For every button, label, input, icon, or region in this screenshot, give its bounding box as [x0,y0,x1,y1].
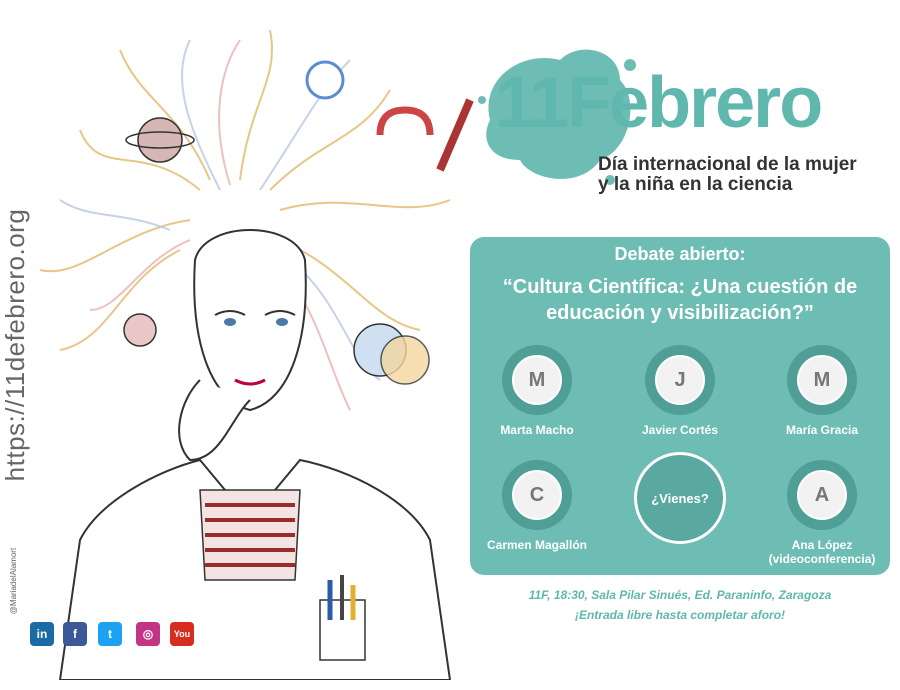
illustrator-credit: @MariadelAlamort [9,547,18,615]
brand-logo: 11Febrero [495,63,823,143]
website-url[interactable]: https://11defebrero.org [0,180,30,510]
event-details: 11F, 18:30, Sala Pilar Sinués, Ed. Paran… [528,588,832,602]
cta-badge[interactable]: ¿Vienes? [634,452,726,544]
avatar: A [797,470,847,520]
speaker-card: J Javier Cortés [610,345,750,437]
speaker-card: C Carmen Magallón [467,460,607,552]
avatar-ring: A [787,460,857,530]
twitter-icon[interactable]: t [98,622,122,646]
speaker-card: M María Gracia [752,345,892,437]
speaker-note: (videoconferencia) [768,552,876,566]
avatar-ring: C [502,460,572,530]
speaker-card: A Ana López (videoconferencia) [752,460,892,566]
brand-subtitle-line1: Día internacional de la mujer [598,154,857,175]
event-kicker: Debate abierto: [614,244,746,264]
avatar: J [655,355,705,405]
event-title: “Cultura Científica: ¿Una cuestión de ed… [480,274,880,326]
scientist-illustration [39,29,474,680]
avatar-ring: J [645,345,715,415]
speaker-name: Marta Macho [500,423,574,437]
facebook-icon[interactable]: f [63,622,87,646]
brand-subtitle: Día internacional de la mujer y la niña … [598,155,857,195]
avatar-ring: M [787,345,857,415]
speaker-name: María Gracia [785,423,859,437]
linkedin-icon[interactable]: in [30,622,54,646]
youtube-icon[interactable]: You [170,622,194,646]
event-admission: ¡Entrada libre hasta completar aforo! [574,608,786,622]
speaker-name: Javier Cortés [641,423,719,437]
brand-subtitle-line2: y la niña en la ciencia [598,174,793,195]
avatar: M [512,355,562,405]
cta-card: ¿Vienes? [610,452,750,544]
avatar: M [797,355,847,405]
speaker-card: M Marta Macho [467,345,607,437]
avatar: C [512,470,562,520]
avatar-ring: M [502,345,572,415]
speaker-name: Ana López [791,538,853,552]
event-title-line2: educación y visibilización?” [546,302,814,324]
event-title-line1: “Cultura Científica: ¿Una cuestión de [502,276,858,298]
instagram-icon[interactable]: ◎ [136,622,160,646]
speaker-name: Carmen Magallón [486,538,588,552]
